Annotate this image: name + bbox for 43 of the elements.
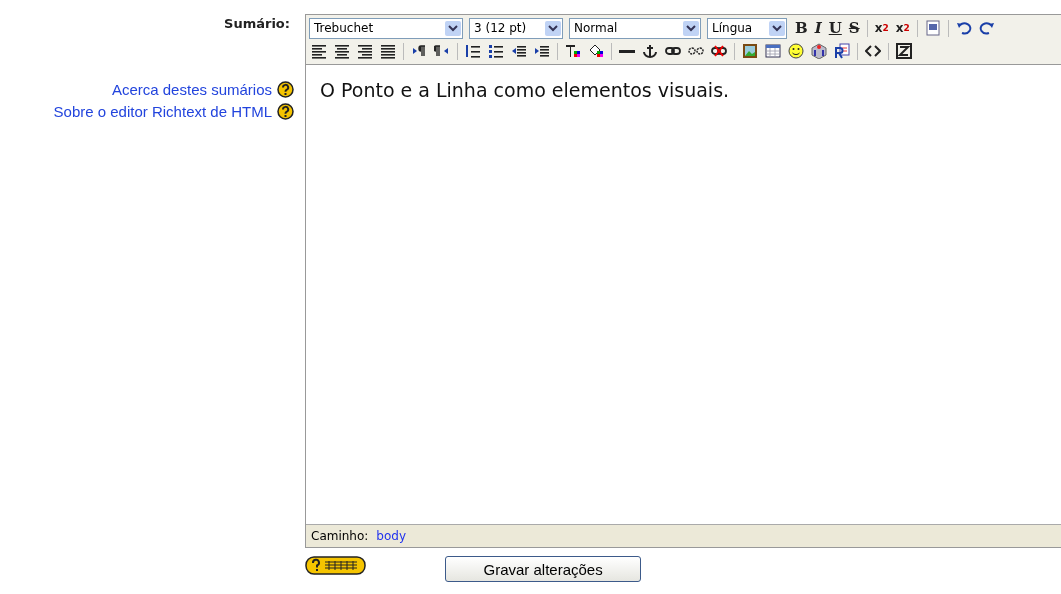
keyboard-help-icon[interactable] bbox=[305, 555, 366, 575]
fullscreen-icon bbox=[896, 43, 912, 59]
align-left-icon bbox=[311, 43, 327, 59]
underline-button[interactable]: U bbox=[826, 18, 844, 38]
help-icon[interactable] bbox=[277, 102, 294, 120]
path-label: Caminho: bbox=[311, 529, 369, 543]
image-button[interactable] bbox=[740, 41, 760, 61]
undo-icon bbox=[955, 20, 972, 36]
help-icon[interactable] bbox=[277, 80, 294, 98]
image-icon bbox=[742, 43, 758, 59]
anchor-icon bbox=[642, 43, 658, 59]
help-link[interactable]: Sobre o editor Richtext de HTML bbox=[53, 102, 272, 120]
justify-icon bbox=[380, 43, 396, 59]
help-link[interactable]: Acerca destes sumários bbox=[111, 80, 272, 98]
fill-color-icon bbox=[588, 43, 604, 59]
bullet-list-icon bbox=[488, 43, 504, 59]
bold-button[interactable]: B bbox=[793, 18, 810, 38]
align-right-icon bbox=[357, 43, 373, 59]
select-field[interactable]: Trebuchet bbox=[309, 17, 463, 39]
left-to-right-icon bbox=[411, 43, 427, 59]
html-source-icon bbox=[865, 43, 881, 59]
right-to-left-icon bbox=[434, 43, 450, 59]
text-color-icon bbox=[565, 43, 581, 59]
table-icon bbox=[765, 43, 781, 59]
field-label: Sumário: bbox=[224, 16, 290, 33]
smiley-icon bbox=[788, 43, 804, 59]
strike-button[interactable]: S bbox=[846, 18, 862, 38]
italic-button[interactable]: I bbox=[812, 18, 824, 38]
editor-text[interactable]: O Ponto e a Linha como elementos visuais. bbox=[320, 79, 1061, 101]
table-button[interactable] bbox=[763, 41, 783, 61]
select-field[interactable]: Língua bbox=[707, 17, 787, 39]
save-button[interactable]: Gravar alterações bbox=[445, 556, 642, 582]
redo-icon bbox=[978, 20, 995, 36]
select-field[interactable]: 3 (12 pt) bbox=[469, 17, 563, 39]
fullscreen-button[interactable] bbox=[894, 41, 914, 61]
path-link[interactable]: body bbox=[376, 529, 407, 543]
align-center-icon bbox=[334, 43, 350, 59]
indent-icon bbox=[534, 43, 550, 59]
numbered-list-icon bbox=[465, 43, 481, 59]
outdent-icon bbox=[511, 43, 527, 59]
smiley-button[interactable] bbox=[786, 41, 806, 61]
select-field[interactable]: Normal bbox=[569, 17, 701, 39]
remove-link-icon bbox=[711, 43, 727, 59]
